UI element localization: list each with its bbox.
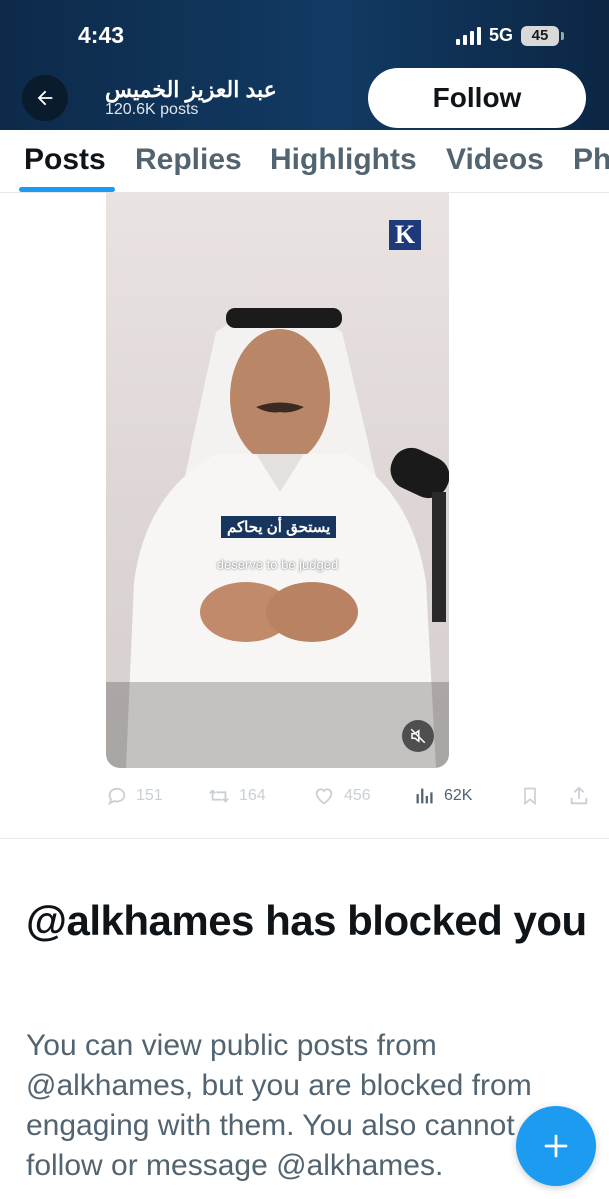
bookmark-button[interactable] (520, 785, 540, 807)
views-button[interactable]: 62K (414, 785, 472, 807)
repost-icon (209, 789, 229, 803)
analytics-icon (416, 788, 433, 804)
share-icon (570, 786, 588, 805)
blocked-description: You can view public posts from @alkhames… (26, 1029, 532, 1182)
tab-videos[interactable]: Videos (446, 143, 544, 177)
mute-button[interactable] (402, 720, 434, 752)
profile-tabs: Posts Replies Highlights Videos Ph (0, 130, 609, 193)
signal-icon (455, 26, 481, 45)
repost-count: 164 (239, 787, 266, 804)
tab-replies[interactable]: Replies (135, 143, 242, 177)
video-player[interactable]: K يستحق أن يحاكم deserve to be judged (106, 192, 449, 768)
heart-icon (315, 788, 333, 805)
reply-button[interactable]: 151 (106, 785, 163, 807)
network-type: 5G (488, 25, 513, 45)
profile-name: عبد العزيز الخميس (105, 77, 277, 102)
status-time: 4:43 (78, 22, 125, 48)
blocked-title: @alkhames has blocked you (26, 897, 587, 944)
compose-button[interactable] (516, 1106, 596, 1186)
repost-button[interactable]: 164 (207, 785, 266, 807)
like-count: 456 (344, 787, 371, 804)
plus-icon (544, 1134, 568, 1158)
profile-header: 4:43 5G 45 عبد العزيز الخميس 120.6K post… (0, 0, 609, 130)
posts-count: 120.6K posts (105, 101, 199, 118)
share-button[interactable] (568, 785, 590, 807)
like-button[interactable]: 456 (312, 785, 371, 807)
tab-highlights[interactable]: Highlights (270, 143, 417, 177)
tab-posts[interactable]: Posts (24, 143, 106, 177)
post-actions: 151 164 456 62K (0, 785, 609, 815)
caption-arabic: يستحق أن يحاكم (221, 516, 337, 538)
arrow-left-icon (37, 90, 53, 106)
bookmark-icon (524, 787, 536, 806)
active-tab-indicator (19, 187, 115, 192)
follow-button[interactable]: Follow (368, 68, 586, 128)
section-divider (0, 838, 609, 839)
volume-muted-icon (410, 728, 426, 744)
channel-logo: K (389, 220, 421, 250)
battery-level: 45 (531, 27, 549, 44)
caption-english: deserve to be judged (216, 557, 339, 572)
battery-icon: 45 (521, 25, 564, 46)
tab-photos[interactable]: Ph (573, 143, 609, 177)
back-button[interactable] (22, 75, 68, 121)
view-count: 62K (444, 787, 473, 804)
status-indicators: 5G 45 (455, 25, 564, 46)
video-frame (106, 308, 449, 768)
reply-icon (107, 787, 126, 806)
reply-count: 151 (136, 787, 163, 804)
